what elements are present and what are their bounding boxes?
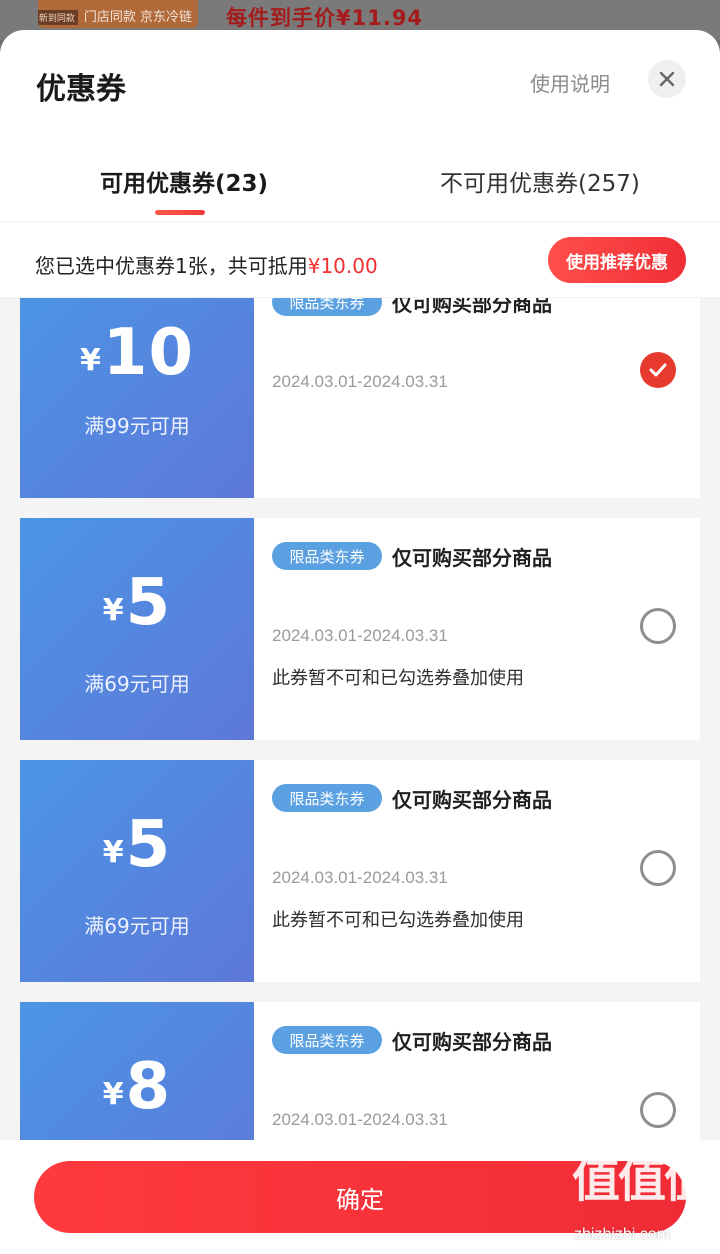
coupon-select-radio[interactable] (640, 850, 676, 886)
coupon-validity: 2024.03.01-2024.03.31 (272, 372, 448, 391)
coupon-value-panel: ¥5 满69元可用 (20, 760, 254, 982)
coupon-tabs: 可用优惠券(23) 不可用优惠券(257) (0, 140, 720, 222)
coupon-condition: 满69元可用 (84, 672, 190, 696)
coupon-stack-warning: 此券暂不可和已勾选券叠加使用 (272, 910, 524, 931)
coupon-amount: ¥8 (20, 1050, 254, 1124)
coupon-value-panel: ¥5 满69元可用 (20, 518, 254, 740)
coupon-select-radio[interactable] (640, 608, 676, 644)
coupon-description: 仅可购买部分商品 (392, 788, 552, 812)
sheet-header: 优惠券 使用说明 (0, 30, 720, 140)
coupon-amount: ¥10 (20, 316, 254, 390)
summary-amount: ¥10.00 (307, 254, 378, 278)
coupon-amount-value: 5 (125, 808, 172, 882)
coupon-type-badge: 限品类东券 (272, 542, 382, 570)
coupon-description: 仅可购买部分商品 (392, 546, 552, 570)
currency-symbol: ¥ (80, 343, 101, 378)
coupon-type-badge: 限品类东券 (272, 1026, 382, 1054)
confirm-button[interactable]: 确定 (34, 1161, 686, 1233)
coupon-type-badge: 限品类东券 (272, 784, 382, 812)
coupon-info: 限品类东券 仅可购买部分商品 2024.03.01-2024.03.31 (254, 1002, 700, 1148)
close-icon (659, 71, 675, 87)
currency-symbol: ¥ (102, 593, 124, 628)
coupon-info: 限品类东券 仅可购买部分商品 2024.03.01-2024.03.31 此券暂… (254, 760, 700, 982)
coupon-amount: ¥5 (20, 808, 254, 882)
coupon-select-radio[interactable] (640, 1092, 676, 1128)
sheet-title: 优惠券 (36, 72, 126, 107)
thumbnail-label-text: 门店同款 京东冷链 (83, 10, 192, 25)
coupon-amount-value: 10 (102, 316, 194, 390)
currency-symbol: ¥ (102, 835, 124, 870)
coupon-validity: 2024.03.01-2024.03.31 (272, 1110, 448, 1129)
active-tab-indicator (155, 210, 205, 215)
use-recommended-button[interactable]: 使用推荐优惠 (548, 237, 686, 283)
sheet-footer: 确定 (0, 1140, 720, 1254)
coupon-info: 限品类东券 仅可购买部分商品 2024.03.01-2024.03.31 此券暂… (254, 518, 700, 740)
coupon-validity: 2024.03.01-2024.03.31 (272, 626, 448, 645)
coupon-select-radio[interactable] (640, 352, 676, 388)
coupon-amount-value: 8 (125, 1050, 172, 1124)
coupon-list[interactable]: ¥10 满99元可用 限品类东券 仅可购买部分商品 2024.03.01-202… (0, 298, 720, 1148)
coupon-value-panel: ¥8 (20, 1002, 254, 1148)
summary-text: 您已选中优惠券1张，共可抵用¥10.00 (35, 250, 378, 279)
coupon-card[interactable]: ¥8 限品类东券 仅可购买部分商品 2024.03.01-2024.03.31 (20, 1002, 700, 1148)
coupon-condition: 满99元可用 (84, 414, 190, 438)
coupon-description: 仅可购买部分商品 (392, 1030, 552, 1054)
coupon-stack-warning: 此券暂不可和已勾选券叠加使用 (272, 668, 524, 689)
tab-unavailable-coupons[interactable]: 不可用优惠券(257) (440, 164, 640, 198)
thumbnail-label: 新到同款 门店同款 京东冷链 (38, 6, 192, 25)
tab-available-coupons[interactable]: 可用优惠券(23) (100, 164, 268, 198)
coupon-sheet: 优惠券 使用说明 可用优惠券(23) 不可用优惠券(257) 您已选中优惠券1张… (0, 30, 720, 1254)
coupon-value-panel: ¥10 满99元可用 (20, 298, 254, 498)
coupon-description: 仅可购买部分商品 (392, 298, 552, 316)
product-thumbnail: 新到同款 门店同款 京东冷链 (38, 0, 198, 28)
selection-summary: 您已选中优惠券1张，共可抵用¥10.00 使用推荐优惠 (0, 222, 720, 298)
currency-symbol: ¥ (102, 1077, 124, 1112)
coupon-card[interactable]: ¥5 满69元可用 限品类东券 仅可购买部分商品 2024.03.01-2024… (20, 760, 700, 982)
coupon-amount: ¥5 (20, 566, 254, 640)
summary-label: 您已选中优惠券1张，共可抵用 (35, 254, 308, 278)
usage-instructions-link[interactable]: 使用说明 (530, 68, 610, 97)
coupon-card[interactable]: ¥5 满69元可用 限品类东券 仅可购买部分商品 2024.03.01-2024… (20, 518, 700, 740)
thumbnail-tag: 新到同款 (38, 10, 78, 25)
coupon-card[interactable]: ¥10 满99元可用 限品类东券 仅可购买部分商品 2024.03.01-202… (20, 298, 700, 498)
coupon-info: 限品类东券 仅可购买部分商品 2024.03.01-2024.03.31 (254, 298, 700, 498)
background-price: 每件到手价¥11.94 (226, 6, 424, 30)
checkmark-icon (649, 363, 667, 377)
coupon-validity: 2024.03.01-2024.03.31 (272, 868, 448, 887)
coupon-condition: 满69元可用 (84, 914, 190, 938)
coupon-type-badge: 限品类东券 (272, 298, 382, 316)
close-button[interactable] (648, 60, 686, 98)
coupon-amount-value: 5 (125, 566, 172, 640)
